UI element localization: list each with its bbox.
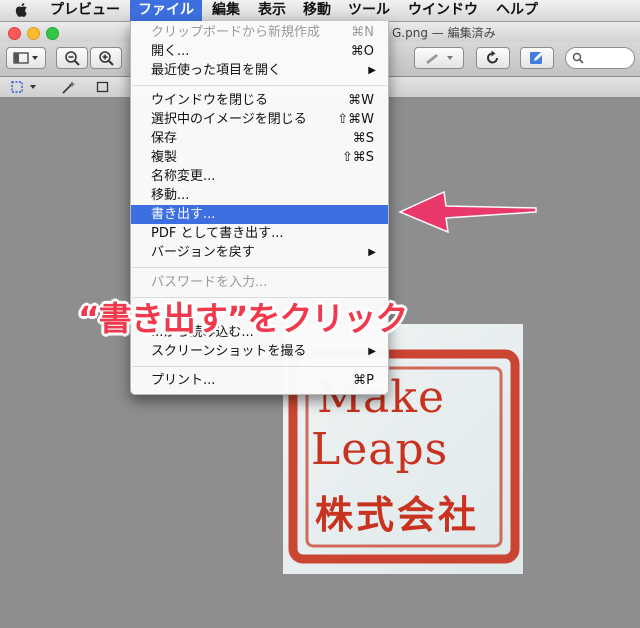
menu-edit[interactable]: 編集 bbox=[212, 0, 240, 21]
submenu-arrow-icon: ▶ bbox=[368, 65, 376, 76]
submenu-arrow-icon: ▶ bbox=[368, 247, 376, 258]
menu-item-open[interactable]: 開く... ⌘O bbox=[131, 42, 388, 61]
markup-style-button[interactable] bbox=[414, 47, 464, 69]
menu-preview[interactable]: プレビュー bbox=[50, 0, 120, 21]
edit-markup-icon bbox=[530, 52, 543, 64]
menu-separator bbox=[132, 267, 387, 268]
menu-item-move[interactable]: 移動... bbox=[131, 186, 388, 205]
search-field[interactable] bbox=[565, 47, 635, 69]
zoom-in-button[interactable] bbox=[90, 47, 122, 69]
menu-window[interactable]: ウインドウ bbox=[408, 0, 478, 21]
rect-selection-icon[interactable] bbox=[10, 80, 40, 94]
menu-separator bbox=[132, 85, 387, 86]
menu-item-enter-password: パスワードを入力... bbox=[151, 275, 268, 290]
zoom-window-icon[interactable] bbox=[46, 27, 59, 40]
edit-markup-button[interactable] bbox=[520, 47, 554, 69]
callout-text: “書き出す”をクリック bbox=[78, 299, 408, 338]
menu-help[interactable]: ヘルプ bbox=[496, 0, 538, 21]
menu-view[interactable]: 表示 bbox=[258, 0, 286, 21]
menu-bar: プレビュー ファイル 編集 表示 移動 ツール ウインドウ ヘルプ bbox=[0, 0, 640, 22]
menu-item-export-as-pdf[interactable]: PDF として書き出す... bbox=[131, 224, 388, 243]
zoom-out-icon bbox=[65, 51, 80, 66]
menu-item-close-selected-image[interactable]: 選択中のイメージを閉じる ⇧⌘W bbox=[131, 110, 388, 129]
menu-separator bbox=[132, 366, 387, 367]
menu-tools[interactable]: ツール bbox=[348, 0, 390, 21]
menu-file[interactable]: ファイル bbox=[130, 0, 202, 21]
stamp-line-2: Leaps bbox=[311, 424, 449, 475]
apple-icon[interactable] bbox=[14, 2, 30, 18]
minimize-window-icon[interactable] bbox=[27, 27, 40, 40]
menu-item-print[interactable]: プリント... ⌘P bbox=[131, 371, 388, 390]
pen-icon bbox=[426, 54, 453, 64]
menu-item-duplicate[interactable]: 複製 ⇧⌘S bbox=[131, 148, 388, 167]
window-title: G.png — 編集済み bbox=[392, 26, 496, 40]
magic-wand-icon[interactable] bbox=[60, 80, 76, 94]
menu-item-new-from-clipboard: クリップボードから新規作成 ⌘N bbox=[151, 25, 374, 40]
stamp-line-3: 株式会社 bbox=[315, 493, 480, 537]
close-window-icon[interactable] bbox=[8, 27, 21, 40]
search-icon bbox=[572, 52, 584, 64]
callout-arrow-icon bbox=[398, 190, 537, 234]
zoom-out-button[interactable] bbox=[56, 47, 88, 69]
menu-item-open-recent[interactable]: 最近使った項目を開く ▶ bbox=[131, 61, 388, 80]
menu-item-revert-to[interactable]: バージョンを戻す ▶ bbox=[131, 243, 388, 262]
menu-item-take-screenshot[interactable]: スクリーンショットを撮る ▶ bbox=[131, 342, 388, 361]
menu-item-rename[interactable]: 名称変更... bbox=[131, 167, 388, 186]
rectangle-shape-icon[interactable] bbox=[96, 80, 110, 94]
menu-item-close-window[interactable]: ウインドウを閉じる ⌘W bbox=[131, 91, 388, 110]
rotate-icon bbox=[487, 50, 498, 64]
menu-item-save[interactable]: 保存 ⌘S bbox=[131, 129, 388, 148]
submenu-arrow-icon: ▶ bbox=[368, 346, 376, 357]
rotate-button[interactable] bbox=[476, 47, 510, 69]
zoom-in-icon bbox=[99, 51, 114, 66]
sidebar-toggle-button[interactable] bbox=[6, 47, 46, 69]
menu-item-export[interactable]: 書き出す... bbox=[131, 205, 388, 224]
menu-go[interactable]: 移動 bbox=[303, 0, 331, 21]
sidebar-toggle-icon bbox=[13, 52, 38, 64]
